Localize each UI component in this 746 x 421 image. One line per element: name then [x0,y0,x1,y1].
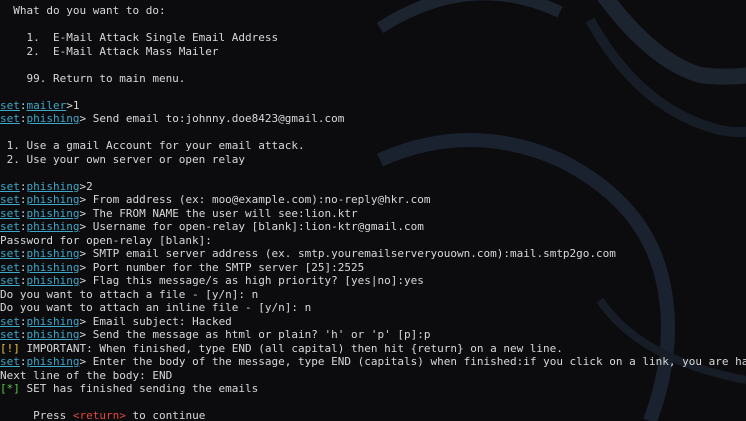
prompt-text: The FROM NAME the user will see:lion.ktr [92,206,358,220]
prompt-separator: > [79,260,93,274]
prompt-separator: > [79,274,93,287]
prompt-set-label: set [0,206,20,220]
prompt-line: set:phishing> From address (ex: moo@exam… [0,193,746,207]
prompt-colon: : [19,355,27,368]
continue-suffix: to continue [125,409,206,421]
prompt-colon: : [19,206,27,220]
prompt-separator: > [79,220,93,233]
prompt-module: phishing [26,179,80,193]
prompt-line: set:phishing> SMTP email server address … [0,247,746,261]
output-line: 1. Use a gmail Account for your email at… [0,139,305,152]
success-tag: [*] [0,382,20,395]
status-text: IMPORTANT: When finished, type END (all … [19,341,563,355]
prompt-text: Email subject: Hacked [92,314,232,328]
prompt-set-label: set [0,328,20,341]
prompt-separator: > [79,206,93,220]
prompt-colon: : [19,247,27,260]
prompt-module: phishing [26,206,80,220]
prompt-module: phishing [26,112,80,125]
output-line: What do you want to do: [0,4,166,17]
prompt-module: phishing [26,355,80,368]
output-line: 2. E-Mail Attack Mass Mailer [0,44,219,58]
prompt-text: Port number for the SMTP server [25]:252… [92,260,365,274]
prompt-colon: : [19,260,27,274]
prompt-line: set:phishing> Flag this message/s as hig… [0,274,746,288]
prompt-module: phishing [26,247,80,260]
prompt-text: Send email to:johnny.doe8423@gmail.com [92,112,345,125]
prompt-set-label: set [0,247,20,260]
prompt-set-label: set [0,274,20,287]
output-line: Do you want to attach an inline file - [… [0,301,312,314]
prompt-module: phishing [26,193,80,206]
prompt-text: Enter the body of the message, type END … [92,355,746,368]
output-line: 1. E-Mail Attack Single Email Address [0,31,279,44]
output-line: Next line of the body: END [0,368,173,382]
prompt-separator: > [66,98,73,112]
terminal-window[interactable]: What do you want to do: 1. E-Mail Attack… [0,0,746,421]
prompt-line: set:phishing> Enter the body of the mess… [0,355,746,369]
prompt-set-label: set [0,260,20,274]
prompt-text: 2 [86,179,93,193]
prompt-colon: : [19,193,27,206]
prompt-set-label: set [0,193,20,206]
prompt-set-label: set [0,98,20,112]
continue-prefix: Press [0,409,73,421]
prompt-line: set:phishing>2 [0,180,746,194]
status-text: SET has finished sending the emails [19,382,259,395]
prompt-colon: : [19,314,27,328]
prompt-text: 1 [72,98,80,112]
prompt-text: From address (ex: moo@example.com):no-re… [92,193,431,206]
prompt-set-label: set [0,179,20,193]
prompt-module: mailer [26,98,67,112]
prompt-module: phishing [26,274,80,287]
prompt-colon: : [19,274,27,287]
output-line: 99. Return to main menu. [0,71,186,85]
prompt-module: phishing [26,260,80,274]
prompt-text: SMTP email server address (ex. smtp.your… [92,247,616,260]
prompt-line: set:phishing> Send email to:johnny.doe84… [0,112,746,126]
prompt-set-label: set [0,112,20,125]
prompt-set-label: set [0,355,20,368]
prompt-module: phishing [26,314,80,328]
prompt-colon: : [19,112,27,125]
prompt-colon: : [19,98,27,112]
prompt-module: phishing [26,328,80,341]
output-line: 2. Use your own server or open relay [0,152,246,166]
prompt-set-label: set [0,314,20,328]
prompt-set-label: set [0,220,20,233]
prompt-module: phishing [26,220,80,233]
warning-tag: [!] [0,341,20,355]
prompt-separator: > [79,193,93,206]
prompt-line: set:phishing> Port number for the SMTP s… [0,261,746,275]
prompt-separator: > [79,328,93,341]
prompt-text: Username for open-relay [blank]:lion-ktr… [92,220,424,233]
continue-prompt: Press <return> to continue [0,409,746,421]
prompt-colon: : [19,328,27,341]
prompt-separator: > [79,247,93,260]
prompt-line: set:phishing> Send the message as html o… [0,328,746,342]
prompt-line: set:phishing> The FROM NAME the user wil… [0,207,746,221]
prompt-text: Send the message as html or plain? 'h' o… [92,328,431,341]
prompt-separator: > [79,112,93,125]
prompt-separator: > [79,314,93,328]
status-line: [*] SET has finished sending the emails [0,382,746,396]
prompt-colon: : [19,179,27,193]
output-line: Password for open-relay [blank]: [0,233,212,247]
return-key-label: <return> [72,409,126,421]
output-line: Do you want to attach a file - [y/n]: n [0,287,259,301]
prompt-line: set:mailer>1 [0,99,746,113]
prompt-line: set:phishing> Username for open-relay [b… [0,220,746,234]
prompt-colon: : [19,220,27,233]
prompt-text: Flag this message/s as high priority? [y… [92,274,424,287]
prompt-separator: > [79,355,93,368]
prompt-line: set:phishing> Email subject: Hacked [0,315,746,329]
status-line: [!] IMPORTANT: When finished, type END (… [0,342,746,356]
